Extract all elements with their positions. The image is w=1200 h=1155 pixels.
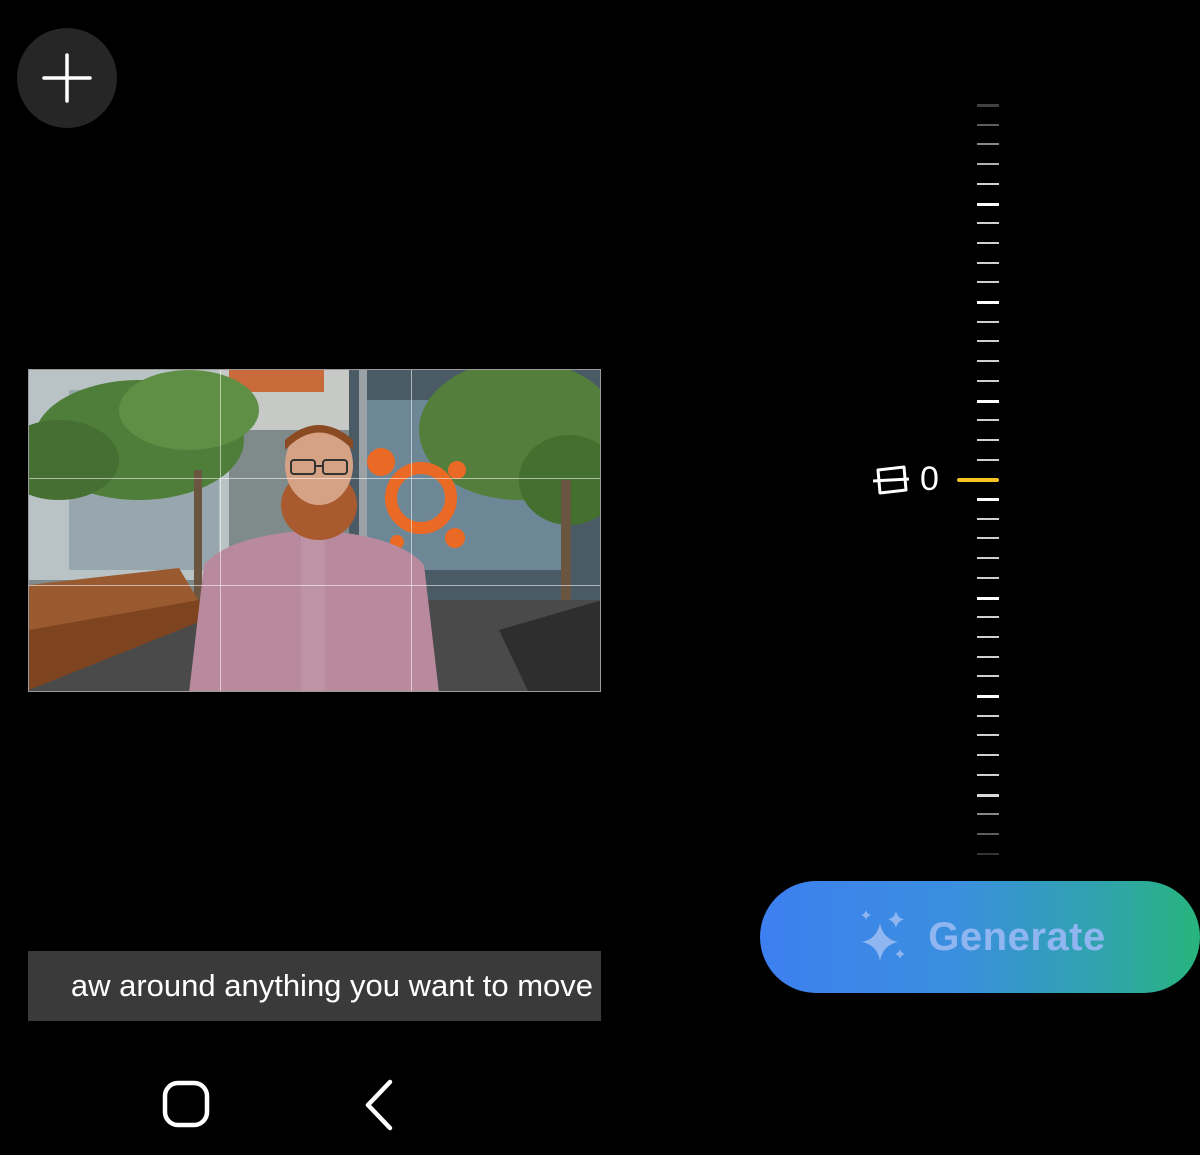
ruler-tick	[977, 832, 999, 835]
ruler-tick	[977, 576, 999, 579]
angle-value: 0	[920, 460, 939, 498]
rotate-tilt-icon	[872, 465, 910, 494]
ruler-tick	[977, 655, 999, 658]
ruler-tick	[977, 301, 999, 304]
ruler-tick	[977, 104, 999, 107]
ruler-tick	[977, 813, 999, 816]
ruler-tick	[977, 123, 999, 126]
photo-editor-screen: 0 aw around anything you want to move Ge…	[0, 0, 1200, 1155]
ruler-tick	[977, 498, 999, 501]
generate-label: Generate	[928, 914, 1106, 959]
crop-grid-line	[220, 370, 221, 691]
ruler-tick	[977, 360, 999, 363]
ruler-tick	[977, 852, 999, 855]
ruler-tick	[977, 695, 999, 698]
ruler-tick	[977, 537, 999, 540]
ruler-tick	[977, 557, 999, 560]
ruler-tick	[977, 458, 999, 461]
ruler-tick	[977, 222, 999, 225]
photo-image	[29, 370, 600, 691]
sparkle-icon	[861, 910, 906, 961]
ruler-tick	[977, 754, 999, 757]
ruler-tick	[977, 399, 999, 403]
crop-grid-line	[411, 370, 412, 691]
ruler-tick	[977, 675, 999, 678]
home-square-icon	[162, 1080, 210, 1128]
ruler-tick	[977, 616, 999, 619]
photo-preview[interactable]	[28, 369, 601, 692]
ruler-tick	[977, 773, 999, 776]
ruler-tick	[977, 241, 999, 244]
ruler-tick	[977, 261, 999, 264]
ruler-tick	[977, 714, 999, 717]
ruler-active-tick	[957, 478, 999, 482]
chevron-left-icon	[365, 1079, 393, 1131]
ruler-tick	[977, 596, 999, 600]
ruler-tick	[977, 163, 999, 166]
ruler-tick	[977, 202, 999, 206]
nav-home-button[interactable]	[162, 1080, 210, 1128]
crop-grid-line	[29, 478, 600, 479]
plus-icon	[42, 53, 92, 103]
angle-readout: 0	[872, 460, 939, 499]
ruler-tick	[977, 182, 999, 185]
ruler-tick	[977, 438, 999, 441]
ruler-tick	[977, 320, 999, 323]
generate-button[interactable]: Generate	[760, 881, 1200, 993]
crop-grid-line	[29, 585, 600, 586]
ruler-tick	[977, 340, 999, 343]
ruler-tick	[977, 517, 999, 520]
hint-banner: aw around anything you want to move	[28, 951, 601, 1021]
ruler-tick	[977, 635, 999, 638]
ruler-tick	[977, 419, 999, 422]
add-button[interactable]	[17, 28, 117, 128]
ruler-tick	[977, 281, 999, 284]
ruler-tick	[977, 734, 999, 737]
ruler-tick	[977, 143, 999, 146]
ruler-tick	[977, 793, 999, 797]
nav-back-button[interactable]	[360, 1078, 400, 1132]
ruler-tick	[977, 379, 999, 382]
straighten-ruler[interactable]	[957, 100, 1020, 860]
